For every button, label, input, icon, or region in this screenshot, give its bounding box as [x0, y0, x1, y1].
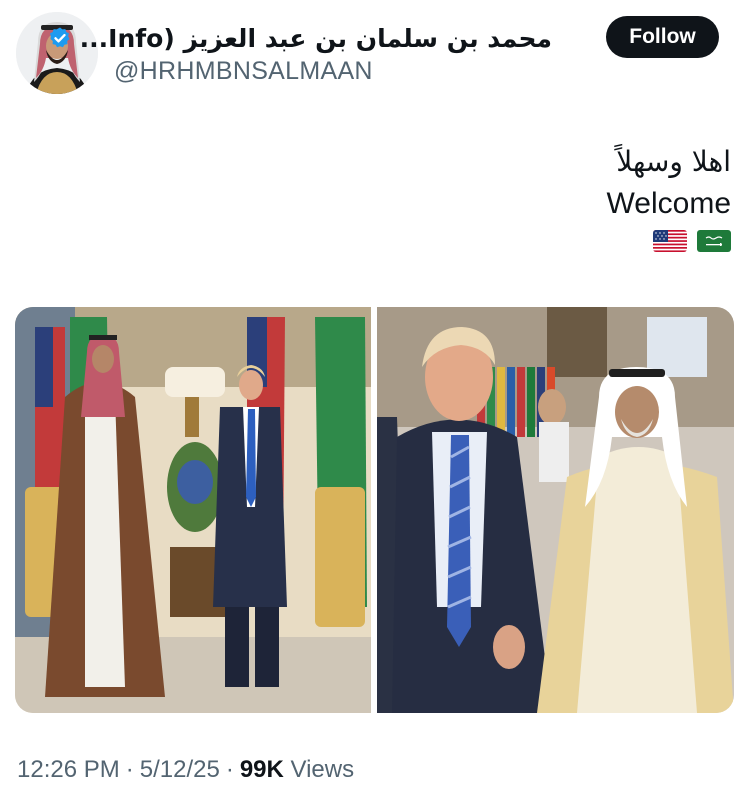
- follow-button[interactable]: Follow: [606, 16, 719, 58]
- views-count: 99K: [239, 756, 284, 783]
- meta-separator: ·: [125, 756, 134, 783]
- tweet-time[interactable]: 12:26 PM: [17, 756, 120, 783]
- author-name-row[interactable]: محمد بن سلمان بن عبد العزيز (Info...: [48, 18, 552, 58]
- flag-usa-icon: [653, 230, 687, 252]
- meta-separator: ·: [225, 756, 234, 783]
- tweet-header: محمد بن سلمان بن عبد العزيز (Info... @HR…: [0, 0, 749, 100]
- tweet-body: اهلا وسهلاً Welcome: [607, 142, 731, 252]
- verified-badge-icon: [48, 26, 72, 50]
- tweet-text-arabic: اهلا وسهلاً: [616, 145, 731, 178]
- tweet-text-english: Welcome: [606, 187, 731, 220]
- views-label: Views: [290, 756, 355, 783]
- photo-left[interactable]: [15, 307, 371, 713]
- author-handle[interactable]: @HRHMBNSALMAAN: [114, 57, 373, 86]
- tweet-media[interactable]: [15, 307, 734, 713]
- flag-emojis: [607, 230, 731, 252]
- author-display-name[interactable]: محمد بن سلمان بن عبد العزيز (Info...: [80, 24, 552, 53]
- tweet-metadata: 12:26 PM · 5/12/25 · 99K Views: [17, 756, 354, 784]
- flag-saudi-arabia-icon: [697, 230, 731, 252]
- photo-right[interactable]: [377, 307, 734, 713]
- tweet-date[interactable]: 5/12/25: [140, 756, 220, 783]
